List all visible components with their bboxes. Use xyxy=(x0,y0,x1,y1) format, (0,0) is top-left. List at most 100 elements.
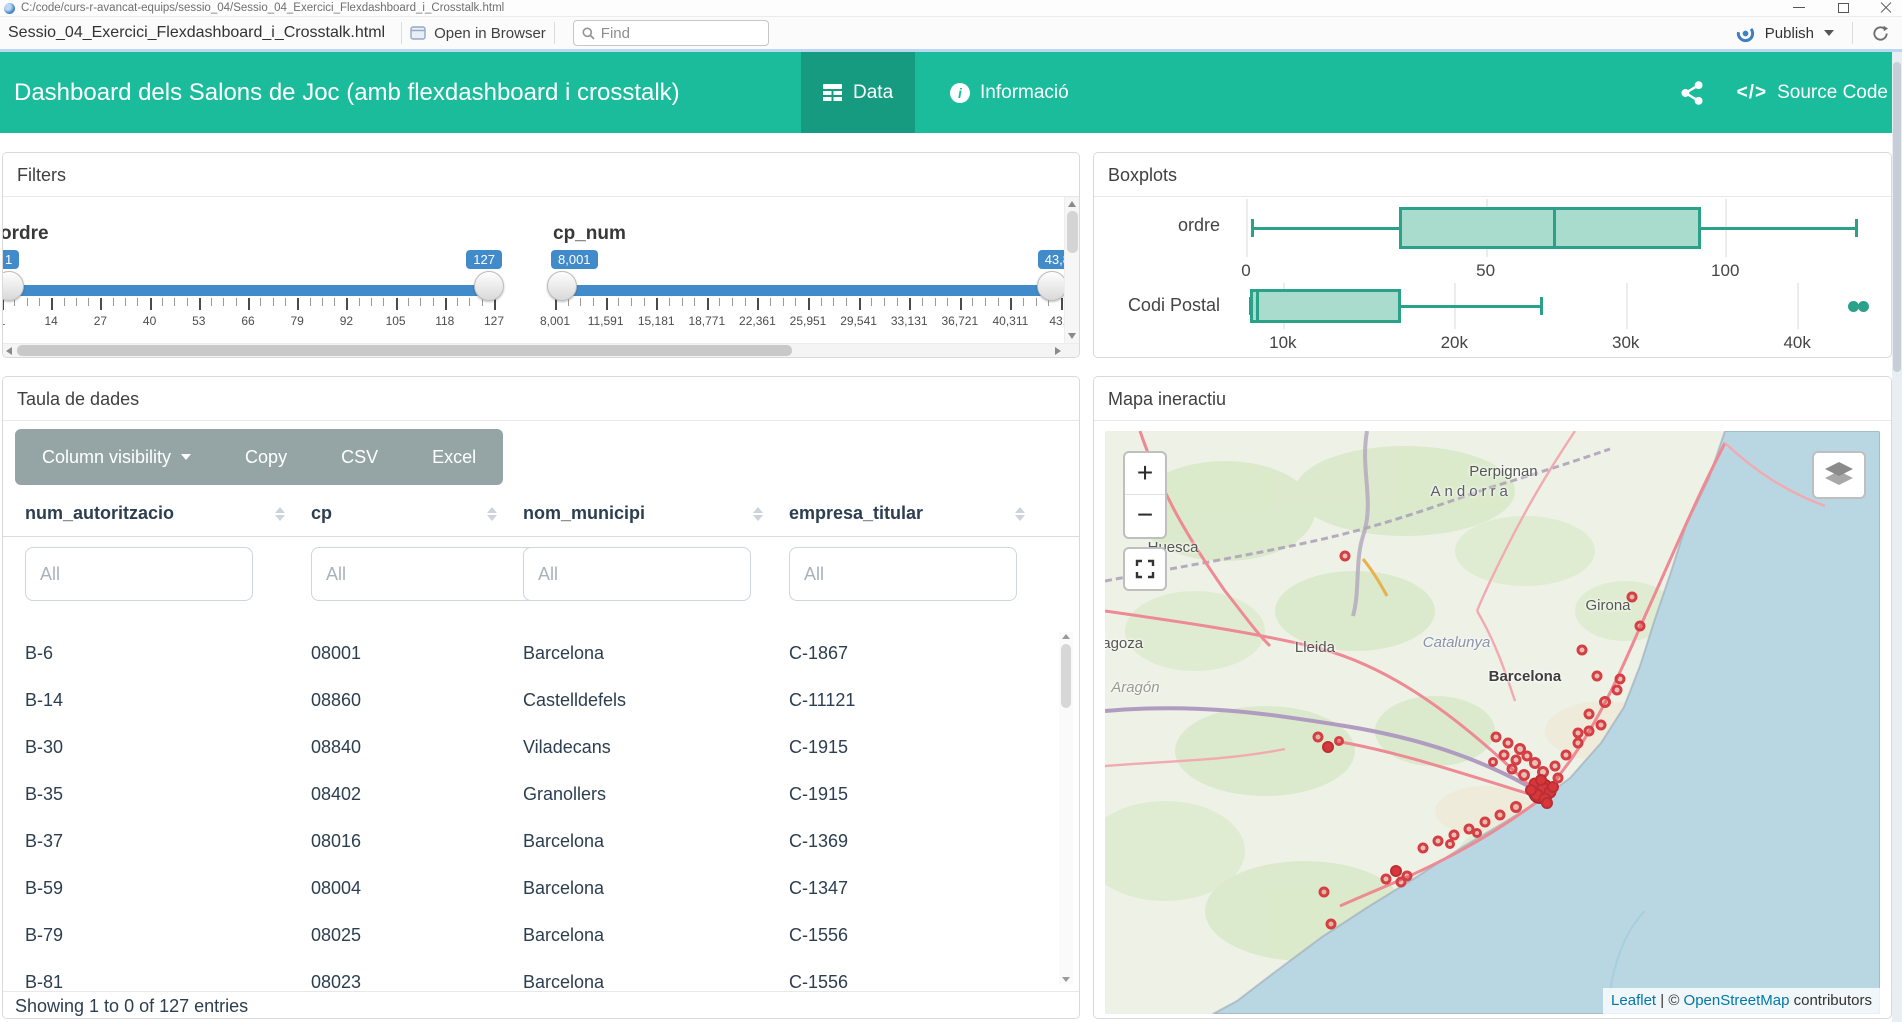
map-marker[interactable] xyxy=(1584,708,1595,719)
column-header-cp[interactable]: cp xyxy=(311,503,523,524)
filter-input-num-autoritzacio[interactable] xyxy=(25,547,253,601)
close-button[interactable] xyxy=(1880,2,1894,14)
scrollbar-thumb[interactable] xyxy=(1067,211,1078,253)
scroll-down-arrow[interactable] xyxy=(1068,333,1076,339)
map-marker[interactable] xyxy=(1627,592,1638,603)
column-header-num-autoritzacio[interactable]: num_autoritzacio xyxy=(25,503,311,524)
open-in-browser-button[interactable]: Open in Browser xyxy=(410,25,546,42)
table-row[interactable]: B-3508402GranollersC-1915 xyxy=(3,771,1079,818)
publish-label[interactable]: Publish xyxy=(1765,25,1814,42)
table-row[interactable]: B-3708016BarcelonaC-1369 xyxy=(3,818,1079,865)
map-marker[interactable] xyxy=(1495,809,1506,820)
map-marker[interactable] xyxy=(1326,918,1337,929)
map-marker[interactable] xyxy=(1506,764,1517,775)
map-marker[interactable] xyxy=(1322,741,1334,753)
map-marker[interactable] xyxy=(1433,835,1444,846)
copy-button[interactable]: Copy xyxy=(218,429,314,485)
find-box[interactable] xyxy=(573,20,769,46)
slider-cp-num-handle-to[interactable] xyxy=(1037,271,1067,301)
filter-input-nom-municipi[interactable] xyxy=(523,547,751,601)
map-marker[interactable] xyxy=(1417,842,1428,853)
column-visibility-button[interactable]: Column visibility xyxy=(15,429,218,485)
map-marker[interactable] xyxy=(1472,828,1482,838)
map-marker[interactable] xyxy=(1479,816,1490,827)
map-marker[interactable] xyxy=(1510,801,1522,813)
boxplot-row-ordre[interactable] xyxy=(1234,199,1869,257)
map-marker[interactable] xyxy=(1445,839,1455,849)
filters-vertical-scrollbar[interactable] xyxy=(1064,197,1079,343)
map-marker[interactable] xyxy=(1340,551,1351,562)
map-marker[interactable] xyxy=(1503,737,1514,748)
map-marker[interactable] xyxy=(1334,736,1344,746)
map-marker[interactable] xyxy=(1576,644,1587,655)
zoom-out-button[interactable]: − xyxy=(1125,495,1165,537)
publish-caret-icon[interactable] xyxy=(1824,30,1834,36)
source-code-button[interactable]: </> Source Code xyxy=(1737,82,1888,104)
table-row[interactable]: B-608001BarcelonaC-1867 xyxy=(3,630,1079,677)
scroll-up-arrow[interactable] xyxy=(1068,201,1076,207)
map-marker[interactable] xyxy=(1615,673,1626,684)
map-marker[interactable] xyxy=(1499,749,1510,760)
excel-button[interactable]: Excel xyxy=(405,429,503,485)
filters-horizontal-scrollbar[interactable] xyxy=(3,343,1079,357)
layers-control-button[interactable] xyxy=(1812,451,1866,499)
map-marker[interactable] xyxy=(1592,670,1603,681)
leaflet-link[interactable]: Leaflet xyxy=(1611,992,1656,1009)
slider-cp-num-handle-from[interactable] xyxy=(547,271,577,301)
box[interactable] xyxy=(1250,289,1401,323)
map-marker[interactable] xyxy=(1319,886,1330,897)
map-marker[interactable] xyxy=(1549,761,1560,772)
maximize-button[interactable] xyxy=(1836,2,1850,14)
map-marker[interactable] xyxy=(1381,873,1392,884)
scrollbar-thumb[interactable] xyxy=(1893,62,1901,372)
table-row[interactable]: B-1408860CastelldefelsC-11121 xyxy=(3,677,1079,724)
fullscreen-button[interactable] xyxy=(1123,547,1167,591)
map-marker[interactable] xyxy=(1390,865,1402,877)
scroll-down-arrow[interactable] xyxy=(1062,977,1070,982)
map-marker[interactable] xyxy=(1599,696,1611,708)
scrollbar-thumb[interactable] xyxy=(1061,644,1071,708)
table-row[interactable]: B-7908025BarcelonaC-1556 xyxy=(3,912,1079,959)
table-row[interactable]: B-3008840ViladecansC-1915 xyxy=(3,724,1079,771)
scroll-left-arrow[interactable] xyxy=(6,347,12,355)
openstreetmap-link[interactable]: OpenStreetMap xyxy=(1684,992,1790,1009)
scroll-up-arrow[interactable] xyxy=(1062,634,1070,639)
scrollbar-thumb[interactable] xyxy=(17,345,792,356)
find-input[interactable] xyxy=(601,25,741,42)
minimize-button[interactable] xyxy=(1792,2,1806,14)
map-marker[interactable] xyxy=(1634,621,1645,632)
zoom-in-button[interactable]: + xyxy=(1125,453,1165,495)
map-marker[interactable] xyxy=(1561,749,1572,760)
map-marker[interactable] xyxy=(1518,769,1530,781)
map-marker[interactable] xyxy=(1396,877,1407,888)
viewer-tab-title[interactable]: Sessio_04_Exercici_Flexdashboard_i_Cross… xyxy=(0,24,393,42)
page-scrollbar[interactable] xyxy=(1892,52,1902,1022)
map-marker[interactable] xyxy=(1491,732,1502,743)
slider-ordre-handle-to[interactable] xyxy=(474,271,504,301)
map-marker[interactable] xyxy=(1488,757,1498,767)
filter-input-cp[interactable] xyxy=(311,547,539,601)
slider-ordre-track[interactable] xyxy=(3,285,494,296)
slider-cp-num-track[interactable] xyxy=(555,285,1061,296)
map-marker[interactable] xyxy=(1572,737,1583,748)
map-marker[interactable] xyxy=(1313,732,1324,743)
scroll-right-arrow[interactable] xyxy=(1055,347,1061,355)
column-header-empresa-titular[interactable]: empresa_titular xyxy=(789,503,1051,524)
tab-informacio[interactable]: Informació xyxy=(928,52,1091,133)
map-marker[interactable] xyxy=(1541,797,1553,809)
leaflet-map[interactable]: PerpignanAndorraHuescaGironaragozaLleida… xyxy=(1105,431,1880,1014)
table-row[interactable]: B-8108023BarcelonaC-1556 xyxy=(3,959,1079,991)
filter-input-empresa-titular[interactable] xyxy=(789,547,1017,601)
tab-data[interactable]: Data xyxy=(801,52,915,133)
map-marker[interactable] xyxy=(1584,726,1595,737)
map-marker[interactable] xyxy=(1596,720,1607,731)
column-header-nom-municipi[interactable]: nom_municipi xyxy=(523,503,789,524)
map-marker[interactable] xyxy=(1535,774,1547,786)
map-marker[interactable] xyxy=(1525,784,1537,796)
slider-ordre-handle-from[interactable] xyxy=(3,271,24,301)
outlier-point[interactable] xyxy=(1858,301,1869,312)
map-marker[interactable] xyxy=(1553,772,1564,783)
table-vertical-scrollbar[interactable] xyxy=(1059,632,1073,984)
csv-button[interactable]: CSV xyxy=(314,429,405,485)
map-marker[interactable] xyxy=(1611,685,1622,696)
